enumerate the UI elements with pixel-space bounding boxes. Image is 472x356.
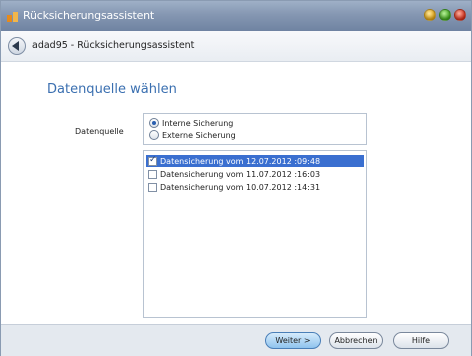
- radio-label: Externe Sicherung: [162, 130, 236, 140]
- source-radio-group: Interne Sicherung Externe Sicherung: [143, 113, 367, 145]
- radio-label: Interne Sicherung: [162, 118, 234, 128]
- backup-label: Datensicherung vom 11.07.2012 :16:03: [160, 169, 321, 179]
- window-title: Rücksicherungsassistent: [23, 9, 155, 22]
- backup-list-item[interactable]: Datensicherung vom 10.07.2012 :14:31: [146, 181, 364, 193]
- backup-label: Datensicherung vom 10.07.2012 :14:31: [160, 182, 321, 192]
- backup-checkbox[interactable]: [148, 182, 157, 192]
- radio-button[interactable]: [149, 118, 159, 128]
- app-icon: [7, 12, 18, 22]
- backup-checkbox[interactable]: [148, 155, 157, 166]
- cancel-button[interactable]: Abbrechen: [329, 332, 383, 349]
- maximize-button[interactable]: [439, 9, 451, 21]
- source-label: Datenquelle: [75, 127, 124, 136]
- backup-checkbox[interactable]: [148, 169, 157, 179]
- page-heading: Datenquelle wählen: [47, 82, 177, 97]
- navigation-bar: adad95 - Rücksicherungsassistent: [1, 31, 471, 62]
- backup-list[interactable]: Datensicherung vom 12.07.2012 :09:48 Dat…: [143, 150, 367, 318]
- nav-title: adad95 - Rücksicherungsassistent: [32, 40, 195, 51]
- next-button[interactable]: Weiter >: [265, 332, 321, 349]
- backup-label: Datensicherung vom 12.07.2012 :09:48: [160, 156, 321, 166]
- button-bar: Weiter > Abbrechen Hilfe: [1, 324, 471, 356]
- radio-button[interactable]: [149, 130, 159, 140]
- title-bar[interactable]: Rücksicherungsassistent: [1, 1, 471, 31]
- backup-list-item[interactable]: Datensicherung vom 12.07.2012 :09:48: [146, 155, 364, 167]
- radio-option-internal[interactable]: Interne Sicherung: [149, 117, 233, 129]
- backup-list-item[interactable]: Datensicherung vom 11.07.2012 :16:03: [146, 168, 364, 180]
- back-arrow-icon: [12, 41, 19, 51]
- radio-option-external[interactable]: Externe Sicherung: [149, 129, 236, 141]
- assistant-window: Rücksicherungsassistent adad95 - Rücksic…: [0, 0, 472, 356]
- wizard-content: Datenquelle wählen Datenquelle Interne S…: [1, 62, 471, 324]
- minimize-button[interactable]: [424, 9, 436, 21]
- help-button[interactable]: Hilfe: [393, 332, 449, 349]
- back-button[interactable]: [8, 37, 26, 55]
- close-button[interactable]: [454, 9, 466, 21]
